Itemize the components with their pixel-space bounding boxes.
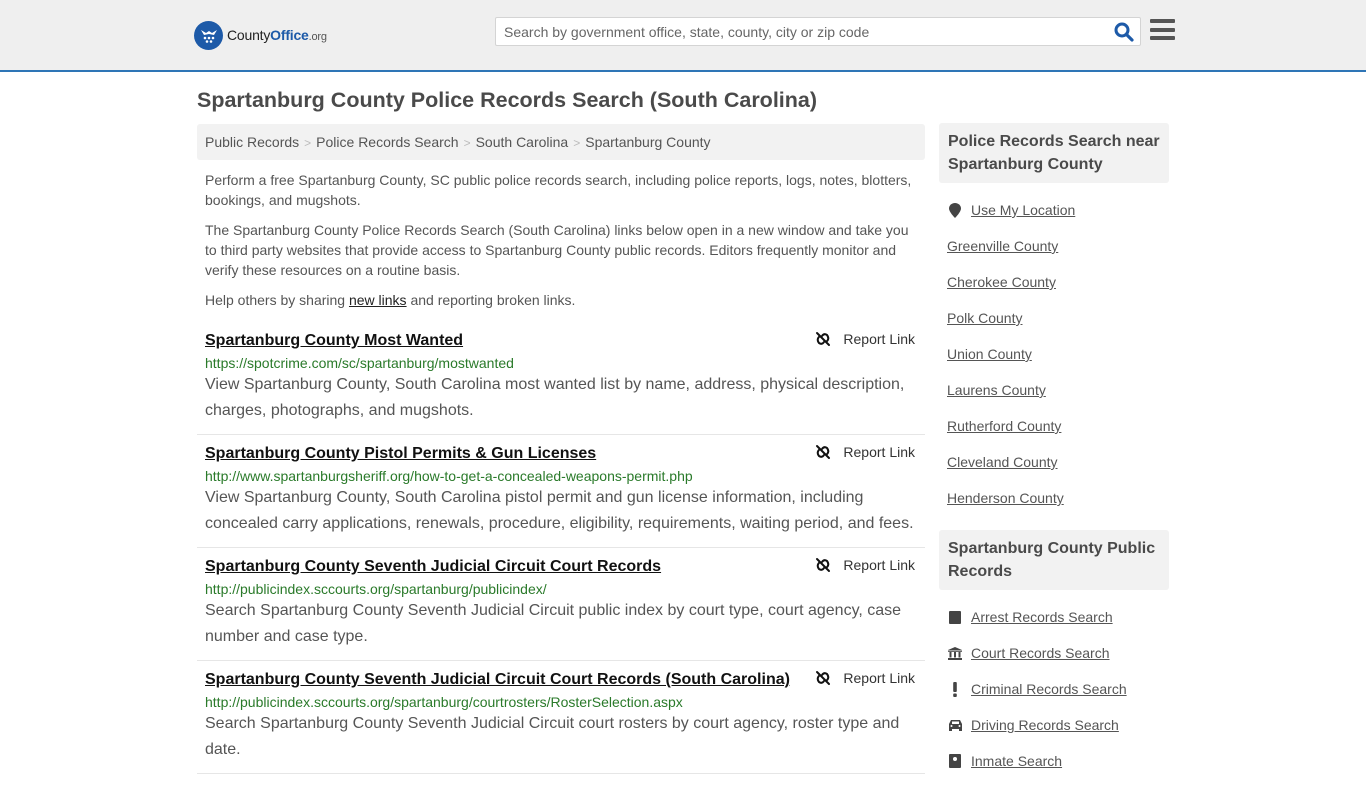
map-marker-icon: [947, 202, 963, 218]
nearby-section-title: Police Records Search near Spartanburg C…: [939, 123, 1169, 183]
id-card-icon: [947, 754, 963, 768]
nearby-county-link[interactable]: Rutherford County: [947, 418, 1061, 434]
driving-records-search-link[interactable]: Driving Records Search: [971, 717, 1119, 733]
eagle-logo-icon: [194, 20, 223, 50]
nearby-county-item: Greenville County: [947, 228, 1161, 264]
court-records-search-link[interactable]: Court Records Search: [971, 645, 1110, 661]
search-box: [495, 17, 1141, 46]
sidebar: Police Records Search near Spartanburg C…: [939, 123, 1169, 793]
use-my-location-link[interactable]: Use My Location: [971, 202, 1075, 218]
site-logo[interactable]: CountyOffice.org: [194, 20, 327, 50]
public-record-item: Arrest Records Search: [947, 599, 1161, 635]
logo-name: County: [227, 27, 271, 43]
result-url[interactable]: http://publicindex.sccourts.org/spartanb…: [205, 581, 917, 597]
site-header: CountyOffice.org: [0, 0, 1366, 72]
breadcrumb-spartanburg-county[interactable]: Spartanburg County: [585, 134, 710, 150]
result-url[interactable]: https://spotcrime.com/sc/spartanburg/mos…: [205, 355, 917, 371]
inmate-search-link[interactable]: Inmate Search: [971, 753, 1062, 769]
broken-link-icon: [816, 558, 831, 572]
nearby-county-link[interactable]: Henderson County: [947, 490, 1064, 506]
breadcrumb-public-records[interactable]: Public Records: [205, 134, 299, 150]
broken-link-icon: [816, 332, 831, 346]
arrest-records-search-link[interactable]: Arrest Records Search: [971, 609, 1113, 625]
nearby-county-link[interactable]: Polk County: [947, 310, 1022, 326]
nearby-county-item: Cherokee County: [947, 264, 1161, 300]
car-icon: [947, 719, 963, 731]
menu-bar: [1150, 36, 1175, 40]
result-item: Spartanburg County Seventh Judicial Circ…: [197, 661, 925, 774]
exclamation-icon: [947, 681, 963, 697]
result-description: Search Spartanburg County Seventh Judici…: [205, 715, 900, 758]
result-item: Spartanburg County Seventh Judicial Circ…: [197, 548, 925, 661]
report-link-label: Report Link: [843, 557, 915, 573]
public-record-item: Criminal Records Search: [947, 671, 1161, 707]
use-my-location-item: Use My Location: [947, 192, 1161, 228]
public-records-section-title: Spartanburg County Public Records: [939, 530, 1169, 590]
breadcrumb-separator: >: [463, 136, 471, 150]
result-description: View Spartanburg County, South Carolina …: [205, 489, 914, 532]
search-button[interactable]: [1114, 22, 1134, 42]
nearby-county-item: Rutherford County: [947, 408, 1161, 444]
search-icon: [1114, 22, 1134, 42]
report-link-button[interactable]: Report Link: [815, 444, 915, 460]
logo-tld: .org: [308, 31, 327, 43]
breadcrumb-separator: >: [573, 136, 581, 150]
nearby-county-item: Cleveland County: [947, 444, 1161, 480]
report-link-label: Report Link: [843, 670, 915, 686]
intro-text-after: and reporting broken links.: [406, 292, 576, 308]
nearby-county-link[interactable]: Cleveland County: [947, 454, 1058, 470]
report-link-button[interactable]: Report Link: [815, 670, 915, 686]
report-link-button[interactable]: Report Link: [815, 331, 915, 347]
breadcrumb: Public Records > Police Records Search > Sou…: [197, 124, 925, 160]
result-title-link[interactable]: Spartanburg County Seventh Judicial Circ…: [205, 671, 790, 689]
broken-link-icon: [816, 671, 831, 685]
nearby-county-item: Union County: [947, 336, 1161, 372]
intro-paragraph-1: Perform a free Spartanburg County, SC pu…: [205, 172, 912, 208]
result-item: Spartanburg County Pistol Permits & Gun …: [197, 435, 925, 548]
result-item: Spartanburg County Most Wanted Report Li…: [197, 322, 925, 435]
report-link-label: Report Link: [843, 444, 915, 460]
broken-link-icon: [816, 445, 831, 459]
result-url[interactable]: http://www.spartanburgsheriff.org/how-to…: [205, 468, 917, 484]
result-description: Search Spartanburg County Seventh Judici…: [205, 602, 902, 645]
logo-text: CountyOffice.org: [227, 27, 327, 43]
intro-paragraph-2: The Spartanburg County Police Records Se…: [205, 222, 909, 278]
intro-paragraph-3: Help others by sharing new links and rep…: [205, 290, 917, 310]
nearby-list: Use My Location Greenville County Cherok…: [939, 183, 1169, 530]
breadcrumb-south-carolina[interactable]: South Carolina: [476, 134, 569, 150]
hamburger-menu-button[interactable]: [1150, 19, 1175, 42]
result-title-link[interactable]: Spartanburg County Seventh Judicial Circ…: [205, 558, 661, 576]
public-record-item: Inmate Search: [947, 743, 1161, 779]
report-link-button[interactable]: Report Link: [815, 557, 915, 573]
public-record-item: Court Records Search: [947, 635, 1161, 671]
result-title-link[interactable]: Spartanburg County Pistol Permits & Gun …: [205, 445, 596, 463]
intro-text-before: Help others by sharing: [205, 292, 349, 308]
nearby-county-link[interactable]: Cherokee County: [947, 274, 1056, 290]
menu-bar: [1150, 19, 1175, 23]
breadcrumb-separator: >: [304, 136, 312, 150]
intro-text: Perform a free Spartanburg County, SC pu…: [197, 170, 925, 310]
result-title-link[interactable]: Spartanburg County Most Wanted: [205, 332, 463, 350]
breadcrumb-police-records-search[interactable]: Police Records Search: [316, 134, 458, 150]
page-title: Spartanburg County Police Records Search…: [197, 88, 818, 112]
nearby-county-item: Laurens County: [947, 372, 1161, 408]
result-description: View Spartanburg County, South Carolina …: [205, 376, 905, 419]
nearby-county-link[interactable]: Greenville County: [947, 238, 1058, 254]
nearby-county-link[interactable]: Union County: [947, 346, 1032, 362]
nearby-county-item: Polk County: [947, 300, 1161, 336]
book-icon: [947, 610, 963, 624]
main-content: Public Records > Police Records Search > Sou…: [197, 124, 925, 774]
menu-bar: [1150, 27, 1175, 32]
new-links-link[interactable]: new links: [349, 292, 407, 308]
public-records-list: Arrest Records Search Court Records Sear…: [939, 590, 1169, 793]
nearby-county-link[interactable]: Laurens County: [947, 382, 1046, 398]
criminal-records-search-link[interactable]: Criminal Records Search: [971, 681, 1127, 697]
logo-name-bold: Office: [270, 27, 309, 43]
report-link-label: Report Link: [843, 331, 915, 347]
public-record-item: Driving Records Search: [947, 707, 1161, 743]
nearby-county-item: Henderson County: [947, 480, 1161, 516]
result-url[interactable]: http://publicindex.sccourts.org/spartanb…: [205, 694, 917, 710]
courthouse-icon: [947, 646, 963, 660]
search-input[interactable]: [496, 18, 1096, 45]
